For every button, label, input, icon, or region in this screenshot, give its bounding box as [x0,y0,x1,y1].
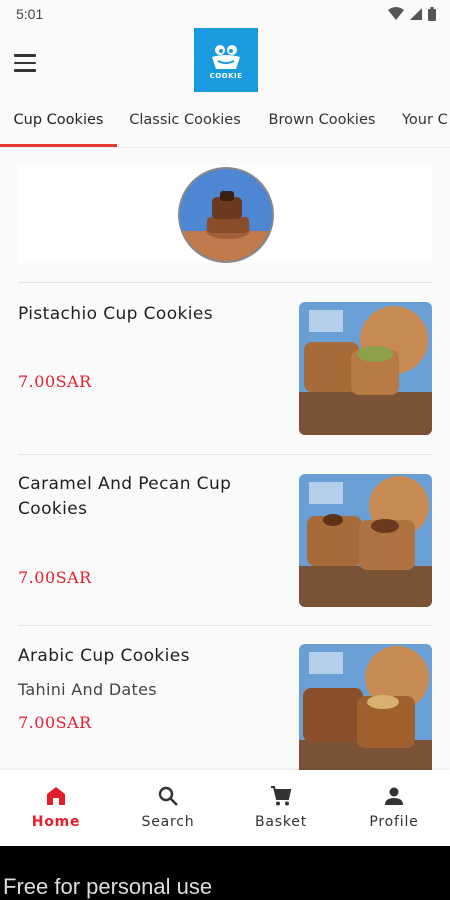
tab-brown-cookies[interactable]: Brown Cookies [260,100,384,146]
product-price: 7.00SAR [18,713,92,732]
product-item[interactable]: Caramel And Pecan Cup Cookies 7.00SAR [18,472,432,608]
category-banner [18,165,432,263]
product-image[interactable] [299,644,432,770]
person-icon [385,787,403,805]
category-image [178,167,274,263]
status-time: 5:01 [16,6,44,22]
watermark: Free for personal use [3,874,213,899]
logo-text: COOKIE [209,71,243,80]
product-price: 7.00SAR [18,568,92,587]
tab-classic-cookies[interactable]: Classic Cookies [122,100,248,146]
product-item[interactable]: Arabic Cup Cookies Tahini And Dates 7.00… [18,642,432,772]
nav-search[interactable]: Search [118,784,218,830]
nav-label: Profile [369,814,419,830]
nav-home[interactable]: Home [6,784,106,830]
divider [18,625,432,626]
home-icon [47,787,65,805]
nav-label: Search [141,814,195,830]
divider [18,454,432,455]
tab-cup-cookies[interactable]: Cup Cookies [0,100,117,146]
product-name: Pistachio Cup Cookies [18,304,213,324]
status-bar: 5:01 [0,0,450,28]
product-price: 7.00SAR [18,372,92,391]
cart-icon [271,786,292,806]
bottom-navigation: Home Search Basket Profile [0,770,450,846]
menu-icon[interactable] [14,48,44,78]
product-name: Arabic Cup Cookies [18,646,190,666]
search-icon [158,786,178,806]
product-image[interactable] [299,474,432,607]
tab-indicator [0,144,117,147]
signal-icon [410,8,422,20]
divider [18,282,432,283]
nav-profile[interactable]: Profile [344,784,444,830]
app-logo: COOKIE [194,28,258,92]
product-item[interactable]: Pistachio Cup Cookies 7.00SAR [18,300,432,436]
category-tabs: Cup Cookies Classic Cookies Brown Cookie… [0,100,450,148]
tab-your-cookies[interactable]: Your C [402,100,450,146]
wifi-icon [388,7,404,20]
battery-icon [428,7,436,21]
product-image[interactable] [299,302,432,435]
product-name: Caramel And Pecan Cup Cookies [18,474,232,519]
nav-label: Home [31,814,81,830]
nav-basket[interactable]: Basket [231,784,331,830]
logo-mascot-icon [212,44,240,69]
nav-label: Basket [255,814,307,830]
status-icons [388,7,436,21]
product-description: Tahini And Dates [18,680,157,699]
app-header: COOKIE [0,28,450,100]
